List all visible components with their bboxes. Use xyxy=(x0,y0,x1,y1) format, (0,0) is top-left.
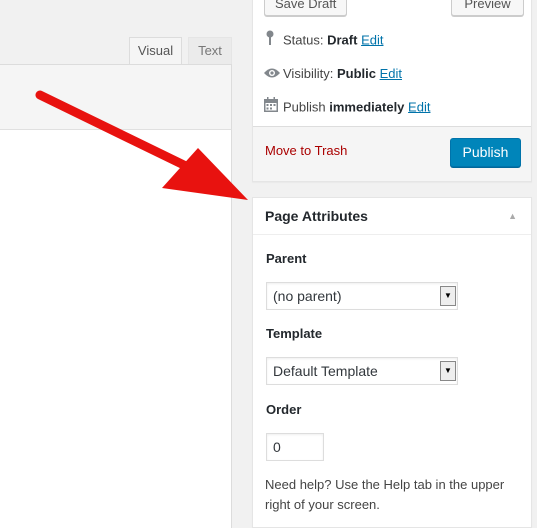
annotation-arrow-icon xyxy=(35,90,248,200)
